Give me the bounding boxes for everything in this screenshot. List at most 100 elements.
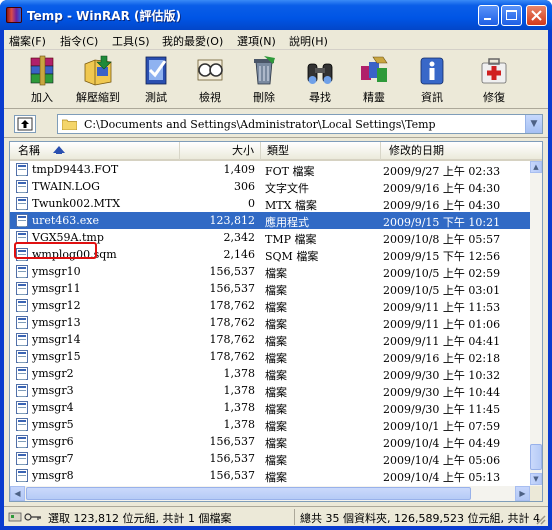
file-date: 2009/9/11 上午 11:53 [383,301,501,314]
column-size[interactable]: 大小 [180,142,261,160]
file-type: 檔案 [265,437,287,450]
file-row[interactable]: ymsgr11 156,537 檔案 2009/10/5 上午 03:01 [10,280,530,297]
menu-tools[interactable]: 工具(S) [112,33,150,49]
file-row[interactable]: tmpD9443.FOT 1,409 FOT 檔案 2009/9/27 上午 02:3… [10,161,530,178]
file-date: 2009/9/16 上午 04:30 [383,182,501,195]
file-row[interactable]: ymsgr7 156,537 檔案 2009/10/4 上午 05:06 [10,450,530,467]
file-type: 檔案 [265,386,287,399]
file-row[interactable]: ymsgr3 1,378 檔案 2009/9/30 上午 10:44 [10,382,530,399]
column-name[interactable]: 名稱 [10,142,180,160]
file-icon [16,469,28,482]
file-name: uret463.exe [32,214,99,227]
file-name: ymsgr8 [32,469,74,482]
menu-options[interactable]: 選項(N) [237,33,276,49]
delete-label: 刪除 [253,91,275,104]
maximize-button[interactable] [501,5,522,26]
file-row[interactable]: ymsgr14 178,762 檔案 2009/9/11 上午 04:41 [10,331,530,348]
add-button[interactable]: 加入 [16,53,68,107]
file-size: 178,762 [209,316,256,329]
file-name: ymsgr3 [32,384,74,397]
menu-help[interactable]: 說明(H) [289,33,328,49]
menu-favorites[interactable]: 我的最愛(O) [162,33,223,49]
file-row[interactable]: Twunk002.MTX 0 MTX 檔案 2009/9/16 上午 04:30 [10,195,530,212]
file-icon [16,316,28,329]
path-dropdown-button[interactable]: ▼ [525,115,542,133]
menu-file[interactable]: 檔案(F) [9,33,46,49]
file-icon [16,163,28,176]
file-size: 123,812 [209,214,256,227]
find-button[interactable]: 尋找 [294,53,346,107]
scroll-up-arrow-icon: ▲ [533,163,539,171]
status-divider [294,509,295,525]
delete-icon [254,56,275,85]
column-modified[interactable]: 修改的日期 [381,142,542,160]
file-type: 檔案 [265,267,287,280]
minimize-button[interactable] [478,5,499,26]
file-name: ymsgr12 [32,299,81,312]
info-icon [420,57,444,85]
test-button[interactable]: 測試 [130,53,182,107]
file-list[interactable]: 名稱 大小 類型 修改的日期 tmpD9443.FOT 1,409 FOT 檔案 20… [9,141,543,502]
file-name: ymsgr10 [32,265,81,278]
maximize-icon [506,10,517,20]
up-one-level-button[interactable] [14,115,36,133]
folder-icon [62,119,77,130]
wizard-button[interactable]: 精靈 [348,53,400,107]
info-button[interactable]: 資訊 [406,53,458,107]
highlight-annotation-box [14,242,97,259]
winrar-app-icon[interactable] [6,7,22,23]
title-bar[interactable]: Temp - WinRAR (評估版) [0,0,552,30]
column-type[interactable]: 類型 [261,142,381,160]
file-row[interactable]: TWAIN.LOG 306 文字文件 2009/9/16 上午 04:30 [10,178,530,195]
chevron-down-icon: ▼ [530,119,538,129]
file-date: 2009/10/8 上午 05:57 [383,233,501,246]
column-header: 名稱 大小 類型 修改的日期 [10,142,542,161]
resize-grip-icon[interactable] [534,513,546,525]
file-type: 檔案 [265,284,287,297]
file-row[interactable]: ymsgr5 1,378 檔案 2009/10/1 上午 07:59 [10,416,530,433]
scrollbar-corner [530,486,542,501]
menu-commands[interactable]: 指令(C) [60,33,98,49]
winrar-window: Temp - WinRAR (評估版) 檔案(F) 指令(C) 工具(S) 我的… [0,0,552,530]
scroll-left-button[interactable]: ◀ [10,486,25,501]
file-date: 2009/9/15 下午 12:56 [383,250,501,263]
file-type: 檔案 [265,335,287,348]
file-row-selected[interactable]: uret463.exe 123,812 應用程式 2009/9/15 下午 10:21 [10,212,530,229]
file-name: ymsgr2 [32,367,74,380]
file-row[interactable]: ymsgr6 156,537 檔案 2009/10/4 上午 04:49 [10,433,530,450]
file-name: ymsgr13 [32,316,81,329]
view-icon [197,59,223,81]
vertical-scrollbar[interactable]: ▲ ▼ [530,161,542,486]
file-name: ymsgr15 [32,350,81,363]
file-row[interactable]: ymsgr13 178,762 檔案 2009/9/11 上午 01:06 [10,314,530,331]
file-row[interactable]: ymsgr10 156,537 檔案 2009/10/5 上午 02:59 [10,263,530,280]
extract-to-icon [84,55,112,86]
scroll-down-button[interactable]: ▼ [530,473,542,485]
scroll-up-button[interactable]: ▲ [530,161,542,173]
path-combobox[interactable]: C:\Documents and Settings\Administrator\… [57,114,543,134]
scroll-right-button[interactable]: ▶ [515,486,530,501]
repair-label: 修復 [483,91,505,104]
drive-key-icon [8,512,41,522]
file-row[interactable]: ymsgr4 1,378 檔案 2009/9/30 上午 11:45 [10,399,530,416]
file-row[interactable]: ymsgr8 156,537 檔案 2009/10/4 上午 05:13 [10,467,530,484]
file-type: SQM 檔案 [265,250,319,263]
file-date: 2009/9/30 上午 10:44 [383,386,501,399]
extract-to-button[interactable]: 解壓縮到 [68,53,128,107]
find-icon [307,63,333,84]
horizontal-scrollbar[interactable]: ◀ ▶ [10,486,530,501]
file-row[interactable]: ymsgr12 178,762 檔案 2009/9/11 上午 11:53 [10,297,530,314]
file-date: 2009/9/11 上午 04:41 [383,335,501,348]
file-date: 2009/9/15 下午 10:21 [383,216,501,229]
file-type: 檔案 [265,420,287,433]
vertical-scroll-thumb[interactable] [530,444,542,470]
menu-bar: 檔案(F) 指令(C) 工具(S) 我的最愛(O) 選項(N) 說明(H) [4,30,548,50]
view-button[interactable]: 檢視 [184,53,236,107]
file-row[interactable]: ymsgr15 178,762 檔案 2009/9/16 上午 02:18 [10,348,530,365]
horizontal-scroll-thumb[interactable] [26,487,471,500]
scroll-down-arrow-icon: ▼ [533,475,539,483]
repair-button[interactable]: 修復 [468,53,520,107]
file-row[interactable]: ymsgr2 1,378 檔案 2009/9/30 上午 10:32 [10,365,530,382]
delete-button[interactable]: 刪除 [238,53,290,107]
close-button[interactable] [526,5,547,26]
